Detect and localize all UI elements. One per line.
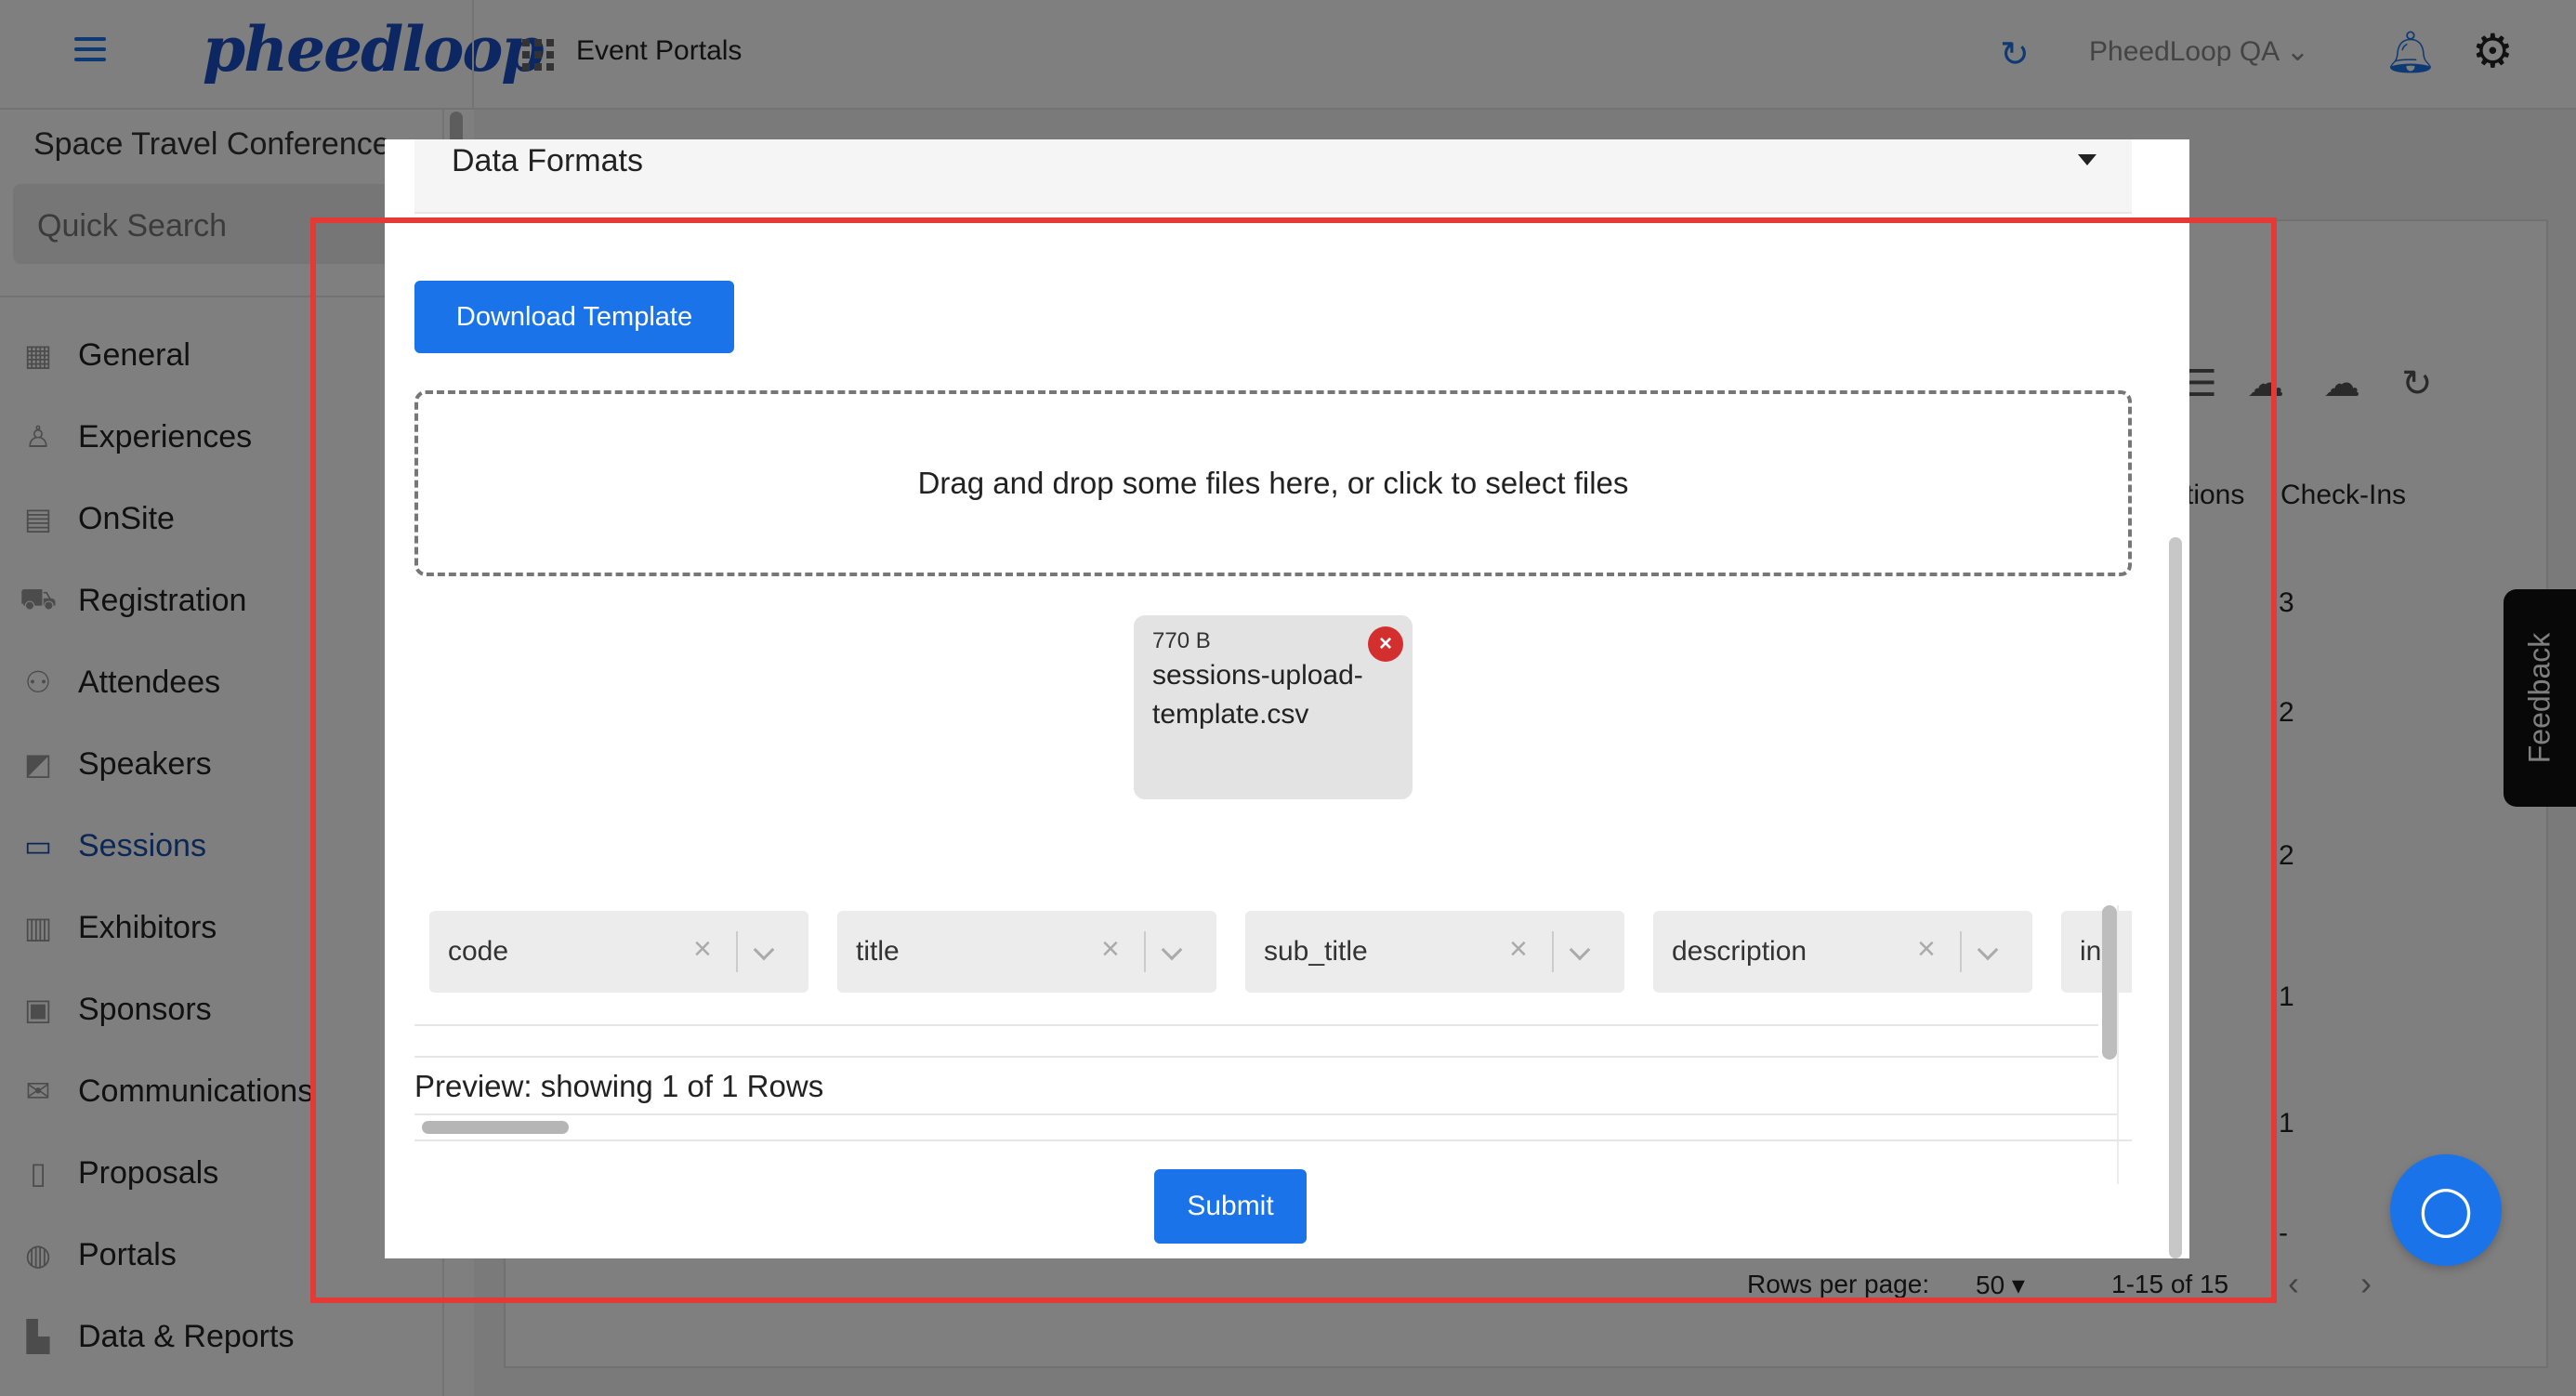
mapping-divider — [414, 1024, 2098, 1026]
column-mapping-select[interactable]: code × — [429, 911, 808, 993]
clear-icon[interactable]: × — [1101, 931, 1120, 968]
import-sessions-modal: Data Formats Download Template Drag and … — [385, 139, 2189, 1258]
chevron-down-icon[interactable] — [753, 939, 775, 961]
preview-divider — [414, 1139, 2132, 1141]
mapping-divider — [414, 1056, 2098, 1058]
caret-down-icon — [2078, 154, 2096, 165]
chevron-down-icon[interactable] — [1569, 939, 1591, 961]
column-mapping-select[interactable]: sub_title × — [1245, 911, 1624, 993]
column-mapping-area: code × title × sub_title × description ×… — [414, 905, 2132, 1184]
column-mapping-select[interactable]: description × — [1653, 911, 2032, 993]
preview-scroll-track — [2117, 905, 2119, 1184]
preview-divider — [414, 1113, 2117, 1115]
column-mapping-select[interactable]: title × — [837, 911, 1216, 993]
column-mapping-value: in — [2080, 936, 2102, 967]
preview-vertical-scrollbar[interactable] — [2102, 905, 2117, 1060]
column-mapping-value: sub_title — [1264, 936, 1368, 967]
select-separator — [1552, 931, 1554, 972]
uploaded-file-card: 770 B sessions-upload-template.csv × — [1134, 615, 1413, 799]
dropzone-text: Drag and drop some files here, or click … — [917, 466, 1629, 500]
chat-bubble-icon: ◯ — [2418, 1183, 2474, 1237]
preview-status: Preview: showing 1 of 1 Rows — [414, 1069, 824, 1103]
select-separator — [1144, 931, 1146, 972]
file-dropzone[interactable]: Drag and drop some files here, or click … — [414, 390, 2132, 576]
download-template-button[interactable]: Download Template — [414, 281, 734, 353]
file-size: 770 B — [1152, 628, 1211, 653]
column-mapping-select[interactable]: in — [2061, 911, 2132, 993]
accordion-label: Data Formats — [452, 143, 643, 178]
clear-icon[interactable]: × — [1509, 931, 1528, 968]
chevron-down-icon[interactable] — [1161, 939, 1183, 961]
select-separator — [736, 931, 738, 972]
column-mapping-value: description — [1672, 936, 1807, 967]
remove-file-icon[interactable]: × — [1368, 626, 1403, 662]
file-name: sessions-upload-template.csv — [1152, 660, 1363, 730]
modal-scrollbar[interactable] — [2169, 537, 2182, 1258]
submit-button[interactable]: Submit — [1154, 1169, 1307, 1244]
preview-horizontal-scrollbar[interactable] — [422, 1121, 569, 1134]
clear-icon[interactable]: × — [1917, 931, 1936, 968]
chat-support-button[interactable]: ◯ — [2390, 1154, 2502, 1266]
chevron-down-icon[interactable] — [1977, 939, 1999, 961]
select-separator — [1960, 931, 1962, 972]
data-formats-accordion[interactable]: Data Formats — [414, 139, 2132, 214]
clear-icon[interactable]: × — [693, 931, 712, 968]
column-mapping-value: code — [448, 936, 509, 967]
column-mapping-value: title — [856, 936, 900, 967]
